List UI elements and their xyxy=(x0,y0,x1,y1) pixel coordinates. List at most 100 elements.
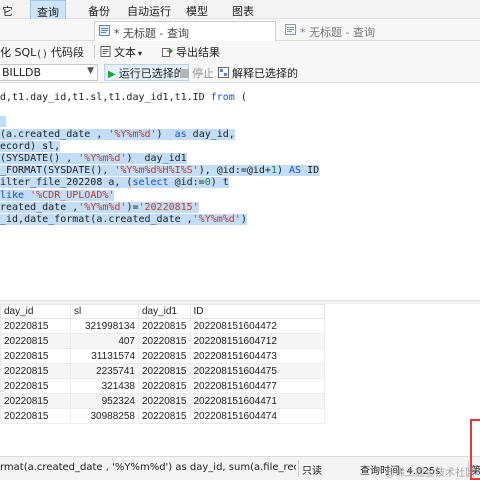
table-cell[interactable]: 20220815 xyxy=(0,378,71,394)
beautify-sql-button[interactable]: 化 SQL xyxy=(0,44,36,60)
code-token: '%Y%m%d' xyxy=(108,128,157,140)
menu-automation[interactable]: 自动运行 xyxy=(127,3,171,19)
column-header-day-id1[interactable]: day_id1 xyxy=(138,304,191,319)
tab-query-1[interactable]: * 无标题 - 查询 xyxy=(94,21,276,41)
code-token: ) xyxy=(240,214,247,225)
explain-icon xyxy=(218,67,229,78)
run-toolbar: BILLDB ▼ ▶ 运行已选择的 停止 解释已选择的 xyxy=(0,62,480,83)
table-row[interactable]: 20220815 321438 20220815 202208151604477 xyxy=(0,378,325,394)
table-row[interactable]: 20220815 407 20220815 202208151604712 xyxy=(0,333,325,349)
table-row[interactable]: 20220815 2235741 20220815 202208151604475 xyxy=(0,363,325,379)
database-select-value: BILLDB xyxy=(2,66,42,79)
table-cell[interactable]: 31131574 xyxy=(70,348,139,364)
code-snippet-label: 代码段 xyxy=(51,46,85,59)
code-line: like '%CDR_UPLOAD%' xyxy=(0,189,115,202)
table-cell[interactable]: 20220815 xyxy=(138,378,191,394)
explain-selected-label: 解释已选择的 xyxy=(232,67,298,80)
menu-model[interactable]: 模型 xyxy=(186,3,208,19)
result-grid[interactable]: day_id sl day_id1 ID 20220815 321998134 20… xyxy=(0,304,325,424)
query-file-icon xyxy=(99,25,110,36)
table-cell[interactable]: 202208151604471 xyxy=(189,393,325,409)
table-cell[interactable]: 321998134 xyxy=(70,318,139,334)
table-cell[interactable]: 202208151604473 xyxy=(189,348,325,364)
code-line: _id,date_format(a.created_date ,'%Y%m%d'… xyxy=(0,213,247,226)
code-token: '%Y%m%d' xyxy=(78,201,127,213)
menu-chart[interactable]: 图表 xyxy=(232,3,254,19)
text-label: 文本 xyxy=(114,46,136,59)
result-header-row: day_id sl day_id1 ID xyxy=(0,304,325,319)
menu-backup[interactable]: 备份 xyxy=(88,3,110,19)
watermark-text: @稀土掘金技术社区 xyxy=(385,468,475,479)
code-token: ) day_id1 xyxy=(126,153,187,164)
table-cell[interactable]: 20220815 xyxy=(138,363,191,379)
code-token: ( xyxy=(234,92,247,103)
code-token: 0 xyxy=(204,177,211,189)
export-result-button[interactable]: 导出结果 xyxy=(162,44,220,60)
code-snippet-button[interactable]: () 代码段 xyxy=(36,44,84,60)
database-select[interactable]: BILLDB ▼ xyxy=(0,64,98,81)
run-selected-label: 运行已选择的 xyxy=(118,67,185,80)
code-token: select xyxy=(132,177,169,189)
menu-query[interactable]: 查询 xyxy=(30,0,66,19)
table-cell[interactable]: 202208151604477 xyxy=(189,378,325,394)
tab-bar: * 无标题 - 查询 * 无标题 - 查询 xyxy=(0,19,480,41)
code-token: like xyxy=(0,189,25,201)
table-cell[interactable]: 202208151604474 xyxy=(189,408,325,424)
menu-other[interactable]: 它 xyxy=(2,3,13,19)
code-token: '%Y%m%d' xyxy=(192,214,241,225)
tab-query-2-label: * 无标题 - 查询 xyxy=(300,26,375,39)
code-line xyxy=(0,115,7,128)
chevron-down-icon: ▾ xyxy=(138,49,143,58)
code-token: _FORMAT(SYSDATE(), xyxy=(0,165,115,177)
table-cell[interactable]: 20220815 xyxy=(0,393,71,409)
table-cell[interactable]: 20220815 xyxy=(0,318,71,334)
code-token: )= xyxy=(126,201,139,213)
column-header-sl[interactable]: sl xyxy=(70,304,139,319)
table-cell[interactable]: 20220815 xyxy=(138,333,191,349)
table-cell[interactable]: 952324 xyxy=(70,393,139,409)
table-cell[interactable]: 20220815 xyxy=(138,408,191,424)
code-token: (a.created_date , xyxy=(0,128,109,140)
code-token: '20220815' xyxy=(138,201,199,213)
table-cell[interactable]: 20220815 xyxy=(0,363,71,379)
table-row[interactable]: 20220815 30988258 20220815 202208151604474 xyxy=(0,408,325,424)
text-button[interactable]: 文本 ▾ xyxy=(100,44,142,60)
query-file-icon xyxy=(285,24,296,35)
code-token: '%Y%m%d' xyxy=(78,153,127,164)
play-icon: ▶ xyxy=(108,69,116,80)
code-token: day_id, xyxy=(186,128,235,140)
status-sql-preview: rmat(a.created_date , '%Y%m%d') as day_i… xyxy=(0,462,296,473)
table-cell[interactable]: 20220815 xyxy=(0,348,71,364)
table-row[interactable]: 20220815 321998134 20220815 202208151604472 xyxy=(0,318,325,334)
table-cell[interactable]: 202208151604472 xyxy=(189,318,325,334)
code-line: d,t1.day_id,t1.sl,t1.day_id1,t1.ID from … xyxy=(0,91,247,104)
text-doc-icon xyxy=(100,46,111,57)
column-header-id[interactable]: ID xyxy=(189,304,325,319)
table-cell[interactable]: 20220815 xyxy=(0,408,71,424)
explain-selected-button[interactable]: 解释已选择的 xyxy=(218,65,298,81)
code-token: ID xyxy=(301,165,320,177)
code-token: ) xyxy=(276,165,290,177)
table-cell[interactable]: 321438 xyxy=(70,378,139,394)
stop-icon xyxy=(180,69,189,78)
tab-query-2[interactable]: * 无标题 - 查询 xyxy=(285,21,475,41)
table-cell[interactable]: 20220815 xyxy=(138,393,191,409)
table-cell[interactable]: 202208151604475 xyxy=(189,363,325,379)
table-cell[interactable]: 407 xyxy=(70,333,139,349)
table-cell[interactable]: 20220815 xyxy=(138,318,191,334)
table-cell[interactable]: 202208151604712 xyxy=(189,333,325,349)
menu-bar: 它 查询 备份 自动运行 模型 图表 xyxy=(0,0,480,19)
table-row[interactable]: 20220815 952324 20220815 202208151604471 xyxy=(0,393,325,409)
code-line: _FORMAT(SYSDATE(), '%Y%m%d%H%I%S'), @id:… xyxy=(0,164,320,177)
run-selected-button[interactable]: ▶ 运行已选择的 xyxy=(104,64,189,81)
status-readonly: 只读 xyxy=(302,466,322,477)
stop-button[interactable]: 停止 xyxy=(180,65,214,81)
table-cell[interactable]: 20220815 xyxy=(138,348,191,364)
table-cell[interactable]: 20220815 xyxy=(0,333,71,349)
table-row[interactable]: 20220815 31131574 20220815 202208151604473 xyxy=(0,348,325,364)
sql-editor[interactable]: d,t1.day_id,t1.sl,t1.day_id1,t1.ID from … xyxy=(0,84,480,300)
table-cell[interactable]: 30988258 xyxy=(70,408,139,424)
column-header-day-id[interactable]: day_id xyxy=(0,304,71,319)
editor-toolbar: 化 SQL () 代码段 文本 ▾ 导出结果 xyxy=(0,41,480,62)
table-cell[interactable]: 2235741 xyxy=(70,363,139,379)
